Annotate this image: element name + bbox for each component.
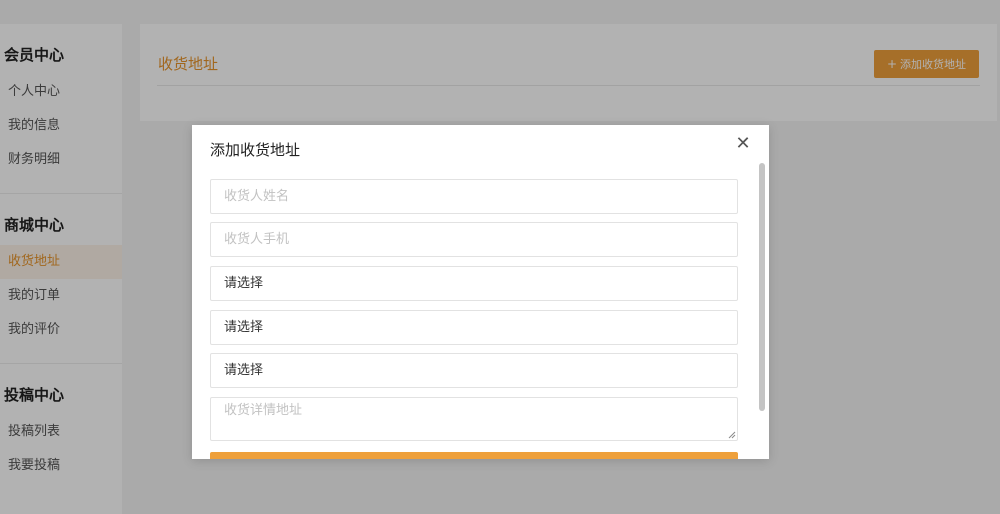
close-icon[interactable]: ✕: [734, 134, 752, 154]
submit-button[interactable]: [210, 452, 738, 459]
resize-grip-icon[interactable]: [728, 431, 736, 439]
modal-scrollbar-thumb[interactable]: [759, 163, 765, 411]
add-address-modal: 添加收货地址 ✕ 请选择 请选择 请选择: [192, 125, 769, 459]
district-select[interactable]: 请选择: [210, 353, 738, 388]
recipient-phone-input[interactable]: [210, 222, 738, 257]
modal-scrollbar[interactable]: [758, 161, 766, 459]
modal-title: 添加收货地址: [210, 141, 301, 159]
province-select[interactable]: 请选择: [210, 266, 738, 301]
address-detail-textarea[interactable]: [210, 397, 738, 441]
recipient-name-input[interactable]: [210, 179, 738, 214]
city-select[interactable]: 请选择: [210, 310, 738, 345]
